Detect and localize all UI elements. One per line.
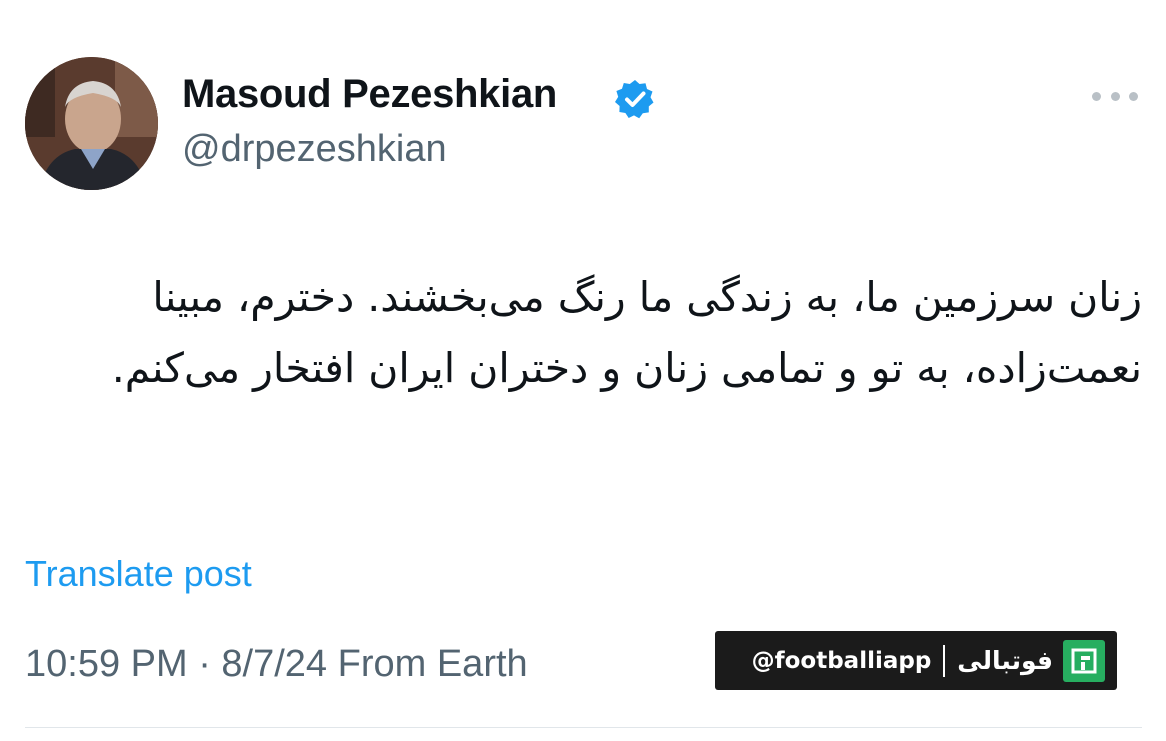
avatar-portrait	[25, 57, 158, 190]
more-dot	[1092, 91, 1101, 101]
tweet-timestamp[interactable]: 10:59 PM · 8/7/24 From Earth	[25, 643, 528, 686]
verified-badge-icon	[614, 78, 656, 120]
more-dot	[1110, 91, 1120, 101]
watermark-handle: @footballiapp	[751, 647, 932, 674]
watermark-name: فوتبالی	[957, 646, 1053, 675]
divider	[25, 727, 1142, 728]
author-display-name[interactable]: Masoud Pezeshkian	[182, 72, 557, 117]
watermark: @footballiapp فوتبالی	[715, 631, 1117, 690]
watermark-logo-icon	[1063, 639, 1105, 682]
author-handle[interactable]: @drpezeshkian	[182, 128, 447, 171]
more-dot	[1129, 91, 1138, 101]
watermark-separator	[943, 644, 946, 677]
translate-post-link[interactable]: Translate post	[25, 553, 252, 595]
avatar[interactable]	[25, 57, 158, 190]
tweet-text: زنان سرزمین ما، به زندگی ما رنگ می‌بخشند…	[111, 273, 1142, 392]
more-options-icon[interactable]	[1092, 86, 1138, 106]
